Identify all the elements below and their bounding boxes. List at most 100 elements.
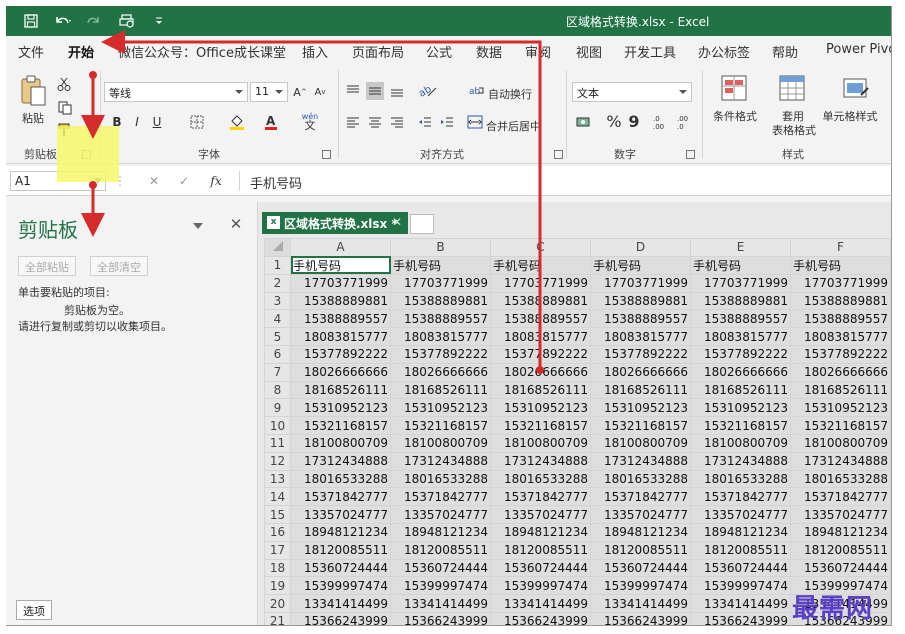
formula-input[interactable]: 手机号码 [239, 171, 887, 192]
print-preview-icon[interactable] [116, 10, 138, 32]
decrease-indent-icon[interactable] [416, 114, 434, 130]
cell[interactable]: 13341414499 [290, 594, 391, 613]
conditional-format-icon[interactable] [720, 74, 748, 102]
align-top-icon[interactable] [344, 82, 362, 100]
cell[interactable]: 15310952123 [690, 398, 791, 418]
cell[interactable]: 17703771999 [490, 273, 591, 293]
cell[interactable]: 15310952123 [490, 398, 591, 418]
tab-review[interactable]: 审阅 [525, 42, 551, 61]
cell[interactable]: 15399997474 [490, 576, 591, 596]
cell[interactable]: 18083815777 [490, 327, 591, 346]
cell[interactable]: 18083815777 [590, 327, 691, 346]
cell[interactable]: 15377892222 [390, 344, 491, 364]
font-size-select[interactable]: 11 [250, 82, 288, 102]
close-icon[interactable]: ✕ [228, 215, 244, 233]
cell[interactable]: 18083815777 [390, 327, 491, 346]
row-header[interactable]: 3 [264, 291, 291, 311]
align-middle-icon[interactable] [366, 82, 384, 100]
column-header[interactable]: F [790, 238, 891, 257]
insert-function-icon[interactable]: fx [206, 173, 226, 189]
row-header[interactable]: 16 [264, 522, 291, 542]
row-header[interactable]: 14 [264, 487, 291, 507]
cell[interactable]: 18100800709 [590, 433, 691, 453]
cell[interactable]: 18120085511 [490, 540, 591, 560]
cell[interactable]: 15360724444 [690, 558, 791, 578]
cell[interactable]: 18948121234 [490, 522, 591, 542]
cell[interactable]: 15366243999 [590, 611, 691, 625]
cell[interactable]: 18948121234 [390, 522, 491, 542]
cell[interactable]: 17703771999 [790, 273, 891, 293]
cell[interactable]: 13357024777 [590, 505, 691, 524]
cell[interactable]: 18016533288 [490, 469, 591, 489]
align-bottom-icon[interactable] [388, 82, 406, 100]
cell[interactable]: 15388889881 [290, 291, 391, 311]
cell[interactable]: 18120085511 [690, 540, 791, 560]
decrease-font-icon[interactable]: Av [312, 84, 328, 100]
cell[interactable]: 15388889881 [690, 291, 791, 311]
alignment-launcher-icon[interactable] [554, 150, 563, 159]
cell[interactable]: 15399997474 [590, 576, 691, 596]
cell[interactable]: 18168526111 [290, 380, 391, 400]
customize-qat-icon[interactable] [148, 10, 170, 32]
font-launcher-icon[interactable] [322, 150, 331, 159]
align-center-icon[interactable] [366, 114, 384, 130]
cell[interactable]: 17312434888 [790, 451, 891, 471]
cell[interactable]: 18100800709 [690, 433, 791, 453]
cell[interactable]: 手机号码 [390, 255, 491, 275]
row-header[interactable]: 11 [264, 433, 291, 453]
cell[interactable]: 18100800709 [490, 433, 591, 453]
cell[interactable]: 15371842777 [490, 487, 591, 507]
borders-icon[interactable] [188, 114, 206, 130]
cell[interactable]: 15377892222 [690, 344, 791, 364]
pane-menu-icon[interactable] [192, 220, 204, 232]
cell[interactable]: 18026666666 [790, 362, 891, 382]
percent-button[interactable]: % [606, 112, 622, 131]
cell[interactable]: 15360724444 [290, 558, 391, 578]
cell[interactable]: 15371842777 [290, 487, 391, 507]
tab-view[interactable]: 视图 [576, 42, 602, 61]
cell[interactable]: 15388889881 [390, 291, 491, 311]
cancel-icon[interactable]: ✕ [146, 173, 162, 189]
cell[interactable]: 18083815777 [290, 327, 391, 346]
cell[interactable]: 15310952123 [390, 398, 491, 418]
cell[interactable]: 18016533288 [790, 469, 891, 489]
cell[interactable]: 18016533288 [690, 469, 791, 489]
increase-font-icon[interactable]: A ^ [292, 84, 308, 100]
cell[interactable]: 18948121234 [790, 522, 891, 542]
paste-label[interactable]: 粘贴 [18, 110, 48, 126]
number-format-select[interactable]: 文本 [572, 82, 692, 102]
cell[interactable]: 手机号码 [490, 255, 591, 275]
tab-office-tab[interactable]: 办公标签 [698, 42, 750, 61]
clear-all-button[interactable]: 全部清空 [90, 256, 148, 276]
cell[interactable]: 15321168157 [490, 416, 591, 435]
cell[interactable]: 15366243999 [690, 611, 791, 625]
cell[interactable]: 手机号码 [790, 255, 891, 275]
cell[interactable]: 18026666666 [690, 362, 791, 382]
cell[interactable]: 15366243999 [390, 611, 491, 625]
cell[interactable]: 18026666666 [390, 362, 491, 382]
tab-help[interactable]: 帮助 [772, 42, 798, 61]
increase-indent-icon[interactable] [438, 114, 456, 130]
tab-wechat[interactable]: 微信公众号：Office成长课堂 [118, 42, 286, 61]
undo-icon[interactable] [52, 10, 74, 32]
cell[interactable]: 15399997474 [690, 576, 791, 596]
cell[interactable]: 17703771999 [590, 273, 691, 293]
phonetic-icon[interactable]: wén 文 [300, 110, 320, 132]
wrap-text-button[interactable]: 自动换行 [488, 86, 532, 102]
paste-all-button[interactable]: 全部粘贴 [18, 256, 76, 276]
format-as-table-label-2[interactable]: 表格格式 [766, 122, 822, 138]
tab-power-pivot[interactable]: Power Pivo [826, 42, 891, 57]
cell[interactable]: 15360724444 [390, 558, 491, 578]
align-left-icon[interactable] [344, 114, 362, 130]
tab-page-layout[interactable]: 页面布局 [352, 42, 404, 61]
cell[interactable]: 15321168157 [690, 416, 791, 435]
cell[interactable]: 17703771999 [690, 273, 791, 293]
cell[interactable]: 13357024777 [690, 505, 791, 524]
cell-styles-button[interactable]: 单元格样式 [818, 108, 882, 124]
cell[interactable]: 15388889557 [690, 309, 791, 329]
fill-color-icon[interactable] [228, 114, 246, 130]
row-header[interactable]: 5 [264, 327, 291, 346]
increase-decimal-icon[interactable]: .0.00 [650, 112, 670, 132]
cell[interactable]: 15371842777 [690, 487, 791, 507]
row-header[interactable]: 18 [264, 558, 291, 578]
